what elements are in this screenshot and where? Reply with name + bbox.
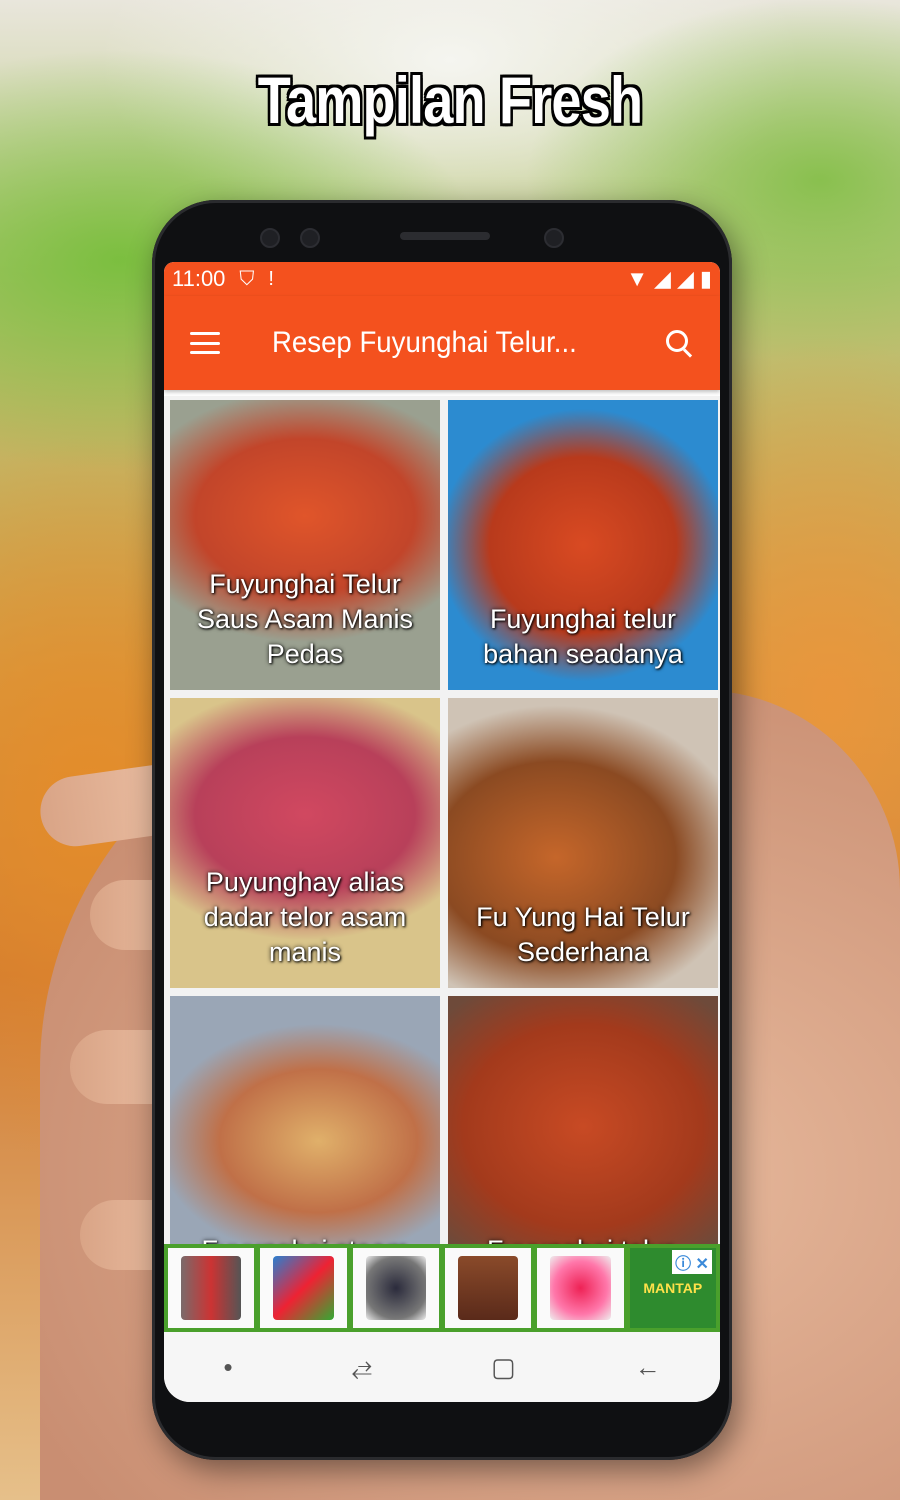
recipe-title: Fuyunghai telur bahan seadanya — [483, 604, 683, 669]
camera-icon — [544, 228, 564, 248]
recipe-card[interactable]: Fuyunghai steam — [170, 996, 440, 1244]
phone-speaker — [400, 232, 490, 240]
recipe-card[interactable]: Fu Yung Hai Telur Sederhana — [448, 698, 718, 988]
recent-apps-icon[interactable]: ⥄ — [351, 1351, 372, 1383]
recipe-card[interactable]: Fuyunghai telur bahan seadanya — [448, 400, 718, 690]
search-icon[interactable] — [664, 328, 694, 358]
ad-item[interactable] — [444, 1248, 532, 1328]
recipe-card[interactable]: Puyunghay alias dadar telor asam manis — [170, 698, 440, 988]
ad-mantap-text: MANTAP — [643, 1280, 703, 1296]
battery-icon: ▮ — [699, 266, 712, 291]
promo-headline: Tampilan Fresh — [257, 63, 643, 137]
phone-screen: 11:00 ⛉ ! ▼ ◢ ◢ ▮ Resep Fuyunghai Telur.… — [164, 262, 720, 1402]
ad-item-mantap[interactable]: MANTAP ⓘ ✕ — [629, 1248, 716, 1328]
recipe-title: Fu Yung Hai Telur Sederhana — [476, 902, 690, 967]
recipe-title: Fuyunghai steam — [170, 1233, 440, 1244]
ad-item[interactable] — [168, 1248, 255, 1328]
shield-check-icon: ⛉ — [239, 267, 255, 290]
recipe-title: Fuyunghai telur, — [448, 1233, 718, 1244]
alert-icon: ! — [268, 267, 274, 290]
app-bar: Resep Fuyunghai Telur... — [164, 296, 720, 390]
front-camera-icon — [260, 228, 280, 248]
recipe-card[interactable]: Fuyunghai telur, — [448, 996, 718, 1244]
ad-item[interactable] — [537, 1248, 624, 1328]
status-bar: 11:00 ⛉ ! ▼ ◢ ◢ ▮ — [164, 262, 720, 296]
recipe-card[interactable]: Fuyunghai Telur Saus Asam Manis Pedas — [170, 400, 440, 690]
ad-item[interactable] — [260, 1248, 347, 1328]
ad-close-icon[interactable]: ⓘ ✕ — [672, 1250, 712, 1274]
back-icon[interactable]: ← — [635, 1352, 661, 1383]
recipe-title: Puyunghay alias dadar telor asam manis — [203, 867, 407, 967]
ad-item[interactable] — [352, 1248, 439, 1328]
system-nav-bar: • ⥄ ▢ ← — [164, 1332, 720, 1402]
nav-dot-icon: • — [223, 1351, 233, 1382]
signal-icon: ◢ — [654, 266, 671, 291]
signal-icon-2: ◢ — [676, 266, 694, 291]
sensor-icon — [300, 228, 320, 248]
ad-banner[interactable]: MANTAP ⓘ ✕ — [164, 1244, 720, 1332]
hamburger-menu-icon[interactable] — [190, 332, 220, 354]
recipe-grid: Fuyunghai Telur Saus Asam Manis Pedas Fu… — [164, 396, 720, 1244]
status-time: 11:00 — [172, 266, 226, 291]
recipe-title: Fuyunghai Telur Saus Asam Manis Pedas — [196, 569, 414, 669]
app-title: Resep Fuyunghai Telur... — [272, 326, 577, 359]
home-icon[interactable]: ▢ — [491, 1352, 516, 1383]
wifi-icon: ▼ — [626, 266, 649, 291]
